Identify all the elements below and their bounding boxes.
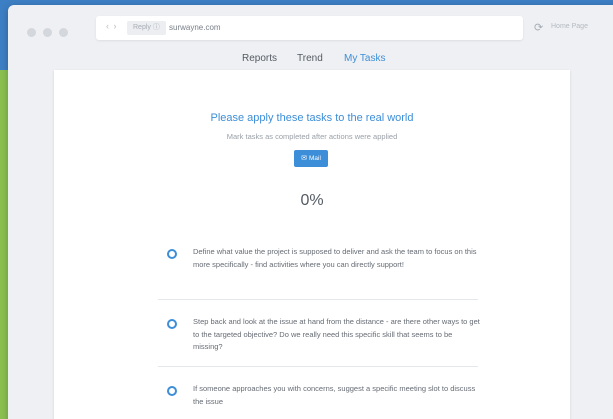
task-text: Define what value the project is suppose… [193, 247, 477, 269]
tasks-card: Please apply these tasks to the real wor… [54, 70, 570, 419]
mail-icon: ✉ [301, 155, 307, 162]
task-text: Step back and look at the issue at hand … [193, 317, 480, 351]
address-bar[interactable]: ‹ › Reply ⓘ surwayne.com [96, 16, 523, 40]
home-page-link[interactable]: Home Page [551, 23, 588, 30]
window-close-dot[interactable] [27, 28, 36, 37]
task-item: If someone approaches you with concerns,… [167, 383, 497, 419]
progress-percentage: 0% [300, 192, 324, 209]
task-text: If someone approaches you with concerns,… [193, 384, 476, 406]
page-subtitle: Mark tasks as completed after actions we… [226, 132, 398, 141]
window-maximize-dot[interactable] [59, 28, 68, 37]
window-minimize-dot[interactable] [43, 28, 52, 37]
circle-outline-icon[interactable] [167, 319, 177, 329]
circle-outline-icon[interactable] [167, 249, 177, 259]
task-divider [158, 299, 478, 300]
url-text[interactable]: surwayne.com [169, 21, 221, 35]
task-item: Define what value the project is suppose… [167, 246, 497, 286]
tab-trend[interactable]: Trend [297, 52, 323, 66]
page-title: Please apply these tasks to the real wor… [210, 112, 414, 124]
url-chip: Reply ⓘ [127, 21, 166, 35]
nav-arrows-icon[interactable]: ‹ › [106, 21, 118, 31]
task-divider [158, 366, 478, 367]
circle-outline-icon[interactable] [167, 386, 177, 396]
task-item: Step back and look at the issue at hand … [167, 316, 497, 356]
browser-window: ‹ › Reply ⓘ surwayne.com ⟳ Home Page Rep… [8, 5, 613, 419]
tab-reports[interactable]: Reports [242, 52, 277, 66]
tab-my-tasks[interactable]: My Tasks [344, 52, 386, 66]
mail-button[interactable]: ✉ Mail [294, 150, 328, 167]
mail-button-label: Mail [308, 155, 321, 162]
reload-icon[interactable]: ⟳ [534, 21, 543, 34]
